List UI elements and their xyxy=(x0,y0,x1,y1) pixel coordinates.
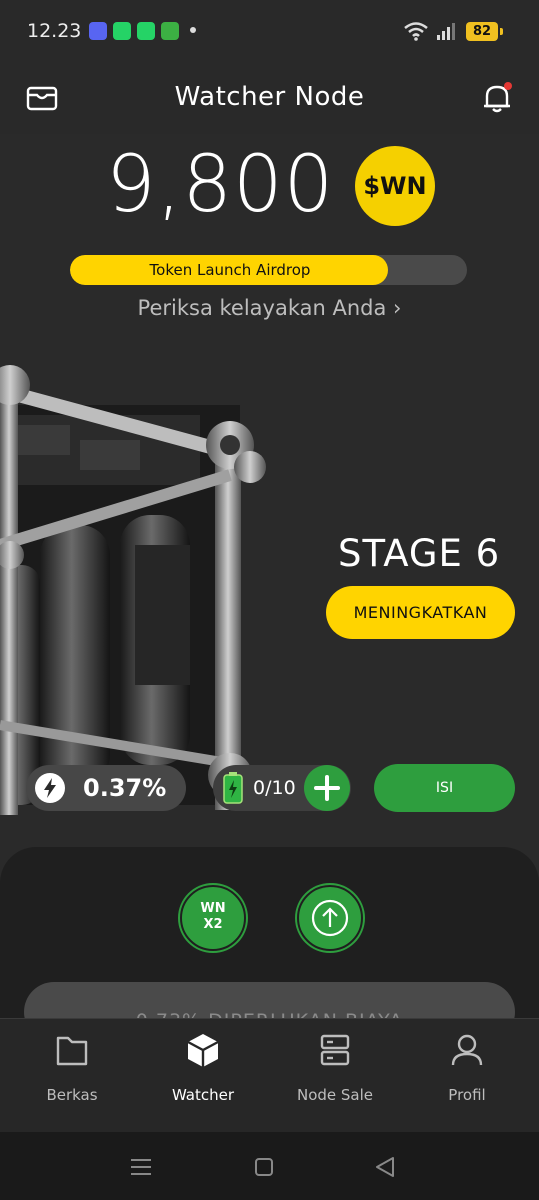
airdrop-progress-label: Token Launch Airdrop xyxy=(149,261,311,279)
wn-coin-icon: $WN xyxy=(355,146,435,226)
nav-label-node-sale: Node Sale xyxy=(296,1086,374,1104)
signal-icon xyxy=(437,23,455,40)
upgrade-arrow-button[interactable] xyxy=(297,885,363,951)
energy-value: 0/10 xyxy=(253,777,296,799)
plus-icon xyxy=(314,775,340,801)
nav-label-profil: Profil xyxy=(448,1086,486,1104)
page-title: Watcher Node xyxy=(174,82,365,112)
server-icon xyxy=(320,1034,350,1066)
chevron-right-icon: › xyxy=(393,296,402,320)
stage-title: STAGE 6 xyxy=(338,532,501,575)
nav-item-watcher[interactable] xyxy=(136,1030,270,1074)
chat-icon xyxy=(161,22,179,40)
back-icon[interactable] xyxy=(375,1156,395,1178)
mining-rate-pill: 0.37% xyxy=(26,765,186,811)
nav-label-watcher: Watcher xyxy=(171,1086,235,1104)
battery-charge-icon xyxy=(223,772,243,804)
user-icon xyxy=(451,1034,483,1066)
lightning-bolt-icon xyxy=(35,773,65,803)
nav-item-node-sale[interactable] xyxy=(268,1030,402,1074)
notification-dot-icon xyxy=(190,27,196,33)
eligibility-text: Periksa kelayakan Anda xyxy=(137,296,387,320)
upgrade-button[interactable]: MENINGKATKAN xyxy=(326,586,515,639)
recent-apps-icon[interactable] xyxy=(130,1157,152,1177)
wifi-icon xyxy=(404,22,428,41)
coin-label: $WN xyxy=(363,172,427,200)
battery-indicator: 82 xyxy=(466,22,503,41)
notification-badge xyxy=(504,82,512,90)
eligibility-link[interactable]: Periksa kelayakan Anda › xyxy=(0,296,539,320)
boost-label: WN X2 xyxy=(182,901,244,933)
whatsapp-icon xyxy=(137,22,155,40)
boost-label-line2: X2 xyxy=(203,917,223,932)
whatsapp-icon xyxy=(113,22,131,40)
nav-item-profil[interactable] xyxy=(400,1030,534,1074)
home-icon[interactable] xyxy=(254,1157,274,1177)
wn-x2-boost-button[interactable]: WN X2 xyxy=(180,885,246,951)
token-balance: 9,800 xyxy=(106,140,335,230)
mining-rate-value: 0.37% xyxy=(83,774,167,802)
status-time: 12.23 xyxy=(27,20,82,42)
cube-icon xyxy=(187,1034,219,1067)
nav-label-berkas: Berkas xyxy=(46,1086,98,1104)
arrow-up-circle-icon xyxy=(311,899,349,937)
airdrop-progress-bar: Token Launch Airdrop xyxy=(70,255,467,285)
nav-item-berkas[interactable] xyxy=(5,1030,139,1074)
folder-icon xyxy=(56,1036,88,1066)
boost-label-line1: WN xyxy=(200,901,226,916)
energy-pill: 0/10 xyxy=(213,765,351,811)
discord-icon xyxy=(89,22,107,40)
add-energy-button[interactable] xyxy=(304,765,350,811)
fill-button[interactable]: ISI xyxy=(374,764,515,812)
